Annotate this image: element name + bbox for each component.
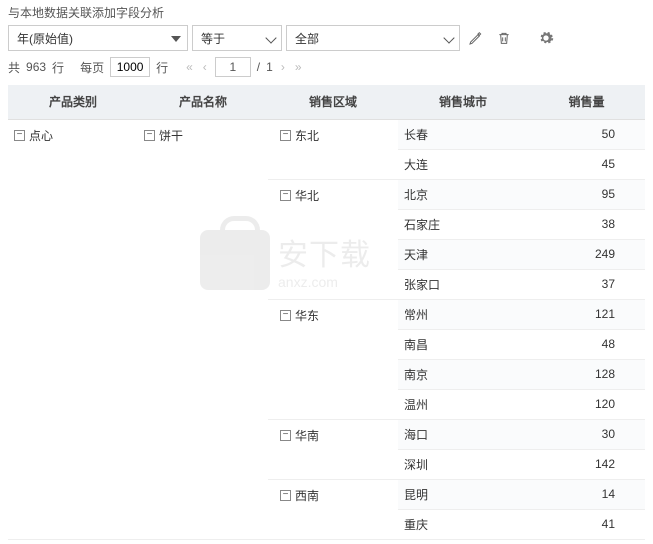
col-city[interactable]: 销售城市 [398, 85, 528, 119]
current-page-box[interactable]: 1 [215, 57, 251, 77]
pager: 共 963 行 每页 行 « ‹ 1 / 1 › » [8, 57, 645, 77]
edit-button[interactable] [464, 26, 488, 50]
product-cell: 饼干 [159, 127, 183, 144]
city-cell: 张家口 [398, 269, 528, 299]
trash-icon [496, 30, 512, 46]
field-dropdown-label: 年(原始值) [17, 30, 73, 47]
col-qty[interactable]: 销售量 [528, 85, 645, 119]
page-separator: / [257, 60, 260, 74]
city-cell: 大连 [398, 149, 528, 179]
region-cell: 西南 [295, 487, 319, 504]
qty-cell: 249 [528, 239, 645, 269]
city-cell: 石家庄 [398, 209, 528, 239]
pager-total: 963 [26, 60, 46, 74]
page-title: 与本地数据关联添加字段分析 [8, 4, 645, 21]
qty-cell: 30 [528, 419, 645, 449]
city-cell: 天津 [398, 239, 528, 269]
collapse-icon[interactable]: − [280, 130, 291, 141]
city-cell: 南昌 [398, 329, 528, 359]
next-page-button[interactable]: › [279, 60, 287, 74]
city-cell: 常州 [398, 299, 528, 329]
col-category[interactable]: 产品类别 [8, 85, 138, 119]
settings-button[interactable] [534, 26, 558, 50]
pager-rows-suffix2: 行 [156, 59, 168, 76]
operator-dropdown[interactable]: 等于 [192, 25, 282, 51]
qty-cell: 41 [528, 509, 645, 539]
qty-cell: 14 [528, 479, 645, 509]
col-region[interactable]: 销售区域 [268, 85, 398, 119]
qty-cell: 48 [528, 329, 645, 359]
col-product[interactable]: 产品名称 [138, 85, 268, 119]
last-page-button[interactable]: » [293, 60, 304, 74]
first-page-button[interactable]: « [184, 60, 195, 74]
city-cell: 长春 [398, 119, 528, 149]
qty-cell: 142 [528, 449, 645, 479]
category-cell: 点心 [29, 127, 53, 144]
pager-pre: 共 [8, 59, 20, 76]
chevron-down-icon [267, 31, 275, 45]
delete-button[interactable] [492, 26, 516, 50]
value-dropdown[interactable]: 全部 [286, 25, 460, 51]
collapse-icon[interactable]: − [280, 430, 291, 441]
collapse-icon[interactable]: − [280, 310, 291, 321]
total-pages: 1 [266, 60, 273, 74]
region-cell: 东北 [295, 127, 319, 144]
region-cell: 华南 [295, 427, 319, 444]
qty-cell: 38 [528, 209, 645, 239]
qty-cell: 45 [528, 149, 645, 179]
city-cell: 南京 [398, 359, 528, 389]
filter-bar: 年(原始值) 等于 全部 [8, 25, 645, 51]
city-cell: 昆明 [398, 479, 528, 509]
city-cell: 海口 [398, 419, 528, 449]
city-cell: 深圳 [398, 449, 528, 479]
prev-page-button[interactable]: ‹ [201, 60, 209, 74]
table-row: −点心−饼干−东北长春50 [8, 119, 645, 149]
qty-cell: 50 [528, 119, 645, 149]
operator-dropdown-label: 等于 [201, 30, 225, 47]
region-cell: 华东 [295, 307, 319, 324]
table-header-row: 产品类别 产品名称 销售区域 销售城市 销售量 [8, 85, 645, 119]
chevron-down-icon [171, 31, 181, 45]
data-table: 产品类别 产品名称 销售区域 销售城市 销售量 −点心−饼干−东北长春50大连4… [8, 85, 645, 540]
chevron-down-icon [445, 31, 453, 45]
value-dropdown-label: 全部 [295, 30, 319, 47]
pencil-icon [468, 30, 484, 46]
per-page-input[interactable] [110, 57, 150, 77]
region-cell: 华北 [295, 187, 319, 204]
gear-icon [538, 30, 554, 46]
qty-cell: 120 [528, 389, 645, 419]
city-cell: 北京 [398, 179, 528, 209]
collapse-icon[interactable]: − [144, 130, 155, 141]
qty-cell: 128 [528, 359, 645, 389]
qty-cell: 37 [528, 269, 645, 299]
collapse-icon[interactable]: − [280, 190, 291, 201]
collapse-icon[interactable]: − [14, 130, 25, 141]
qty-cell: 121 [528, 299, 645, 329]
qty-cell: 95 [528, 179, 645, 209]
collapse-icon[interactable]: − [280, 490, 291, 501]
city-cell: 温州 [398, 389, 528, 419]
pager-rows-suffix: 行 [52, 59, 64, 76]
field-dropdown[interactable]: 年(原始值) [8, 25, 188, 51]
pager-per-page-label: 每页 [80, 59, 104, 76]
city-cell: 重庆 [398, 509, 528, 539]
